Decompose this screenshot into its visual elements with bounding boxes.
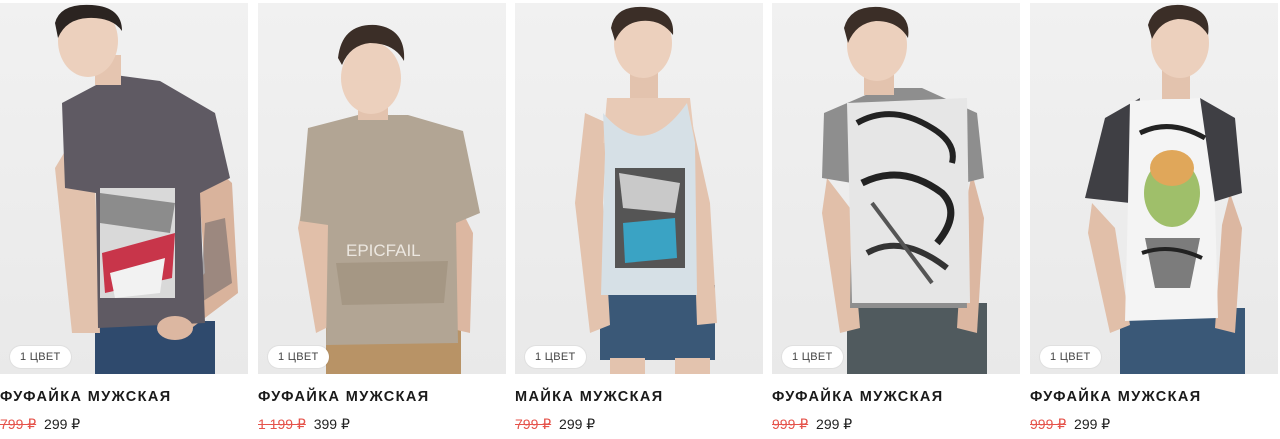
product-card[interactable]: 1 ЦВЕТ ФУФАЙКА МУЖСКАЯ 999 ₽ 299 ₽ bbox=[772, 0, 1020, 439]
colors-count-badge: 1 ЦВЕТ bbox=[268, 346, 329, 368]
product-photo[interactable]: 1 ЦВЕТ bbox=[0, 3, 248, 374]
product-card[interactable]: 1 ЦВЕТ ФУФАЙКА МУЖСКАЯ 999 ₽ 299 ₽ bbox=[1030, 0, 1278, 439]
shirt-print-text: EPICFAIL bbox=[346, 241, 421, 260]
product-title[interactable]: ФУФАЙКА МУЖСКАЯ bbox=[1030, 389, 1202, 405]
price-block: 999 ₽ 299 ₽ bbox=[1030, 416, 1110, 433]
old-price: 999 ₽ bbox=[1030, 416, 1067, 432]
new-price: 399 ₽ bbox=[313, 416, 350, 432]
old-price: 799 ₽ bbox=[0, 416, 37, 432]
product-card[interactable]: EPICFAIL 1 ЦВЕТ ФУФАЙКА МУЖСКАЯ 1 199 ₽ … bbox=[258, 0, 506, 439]
new-price: 299 ₽ bbox=[44, 416, 81, 432]
colors-count-badge: 1 ЦВЕТ bbox=[10, 346, 71, 368]
new-price: 299 ₽ bbox=[559, 416, 596, 432]
price-block: 1 199 ₽ 399 ₽ bbox=[258, 416, 350, 433]
colors-count-badge: 1 ЦВЕТ bbox=[1040, 346, 1101, 368]
product-card[interactable]: 1 ЦВЕТ МАЙКА МУЖСКАЯ 799 ₽ 299 ₽ bbox=[515, 0, 763, 439]
product-photo[interactable]: 1 ЦВЕТ bbox=[772, 3, 1020, 374]
product-title[interactable]: МАЙКА МУЖСКАЯ bbox=[515, 389, 664, 405]
product-card[interactable]: 1 ЦВЕТ ФУФАЙКА МУЖСКАЯ 799 ₽ 299 ₽ bbox=[0, 0, 248, 439]
product-grid: 1 ЦВЕТ ФУФАЙКА МУЖСКАЯ 799 ₽ 299 ₽ EPICF… bbox=[0, 0, 1280, 439]
price-block: 999 ₽ 299 ₽ bbox=[772, 416, 852, 433]
new-price: 299 ₽ bbox=[816, 416, 853, 432]
product-title[interactable]: ФУФАЙКА МУЖСКАЯ bbox=[0, 389, 172, 405]
colors-count-badge: 1 ЦВЕТ bbox=[782, 346, 843, 368]
colors-count-badge: 1 ЦВЕТ bbox=[525, 346, 586, 368]
price-block: 799 ₽ 299 ₽ bbox=[515, 416, 595, 433]
product-photo[interactable]: 1 ЦВЕТ bbox=[515, 3, 763, 374]
old-price: 1 199 ₽ bbox=[258, 416, 306, 432]
new-price: 299 ₽ bbox=[1074, 416, 1111, 432]
price-block: 799 ₽ 299 ₽ bbox=[0, 416, 80, 433]
product-title[interactable]: ФУФАЙКА МУЖСКАЯ bbox=[258, 389, 430, 405]
product-photo[interactable]: EPICFAIL 1 ЦВЕТ bbox=[258, 3, 506, 374]
old-price: 999 ₽ bbox=[772, 416, 809, 432]
product-photo[interactable]: 1 ЦВЕТ bbox=[1030, 3, 1278, 374]
product-title[interactable]: ФУФАЙКА МУЖСКАЯ bbox=[772, 389, 944, 405]
old-price: 799 ₽ bbox=[515, 416, 552, 432]
